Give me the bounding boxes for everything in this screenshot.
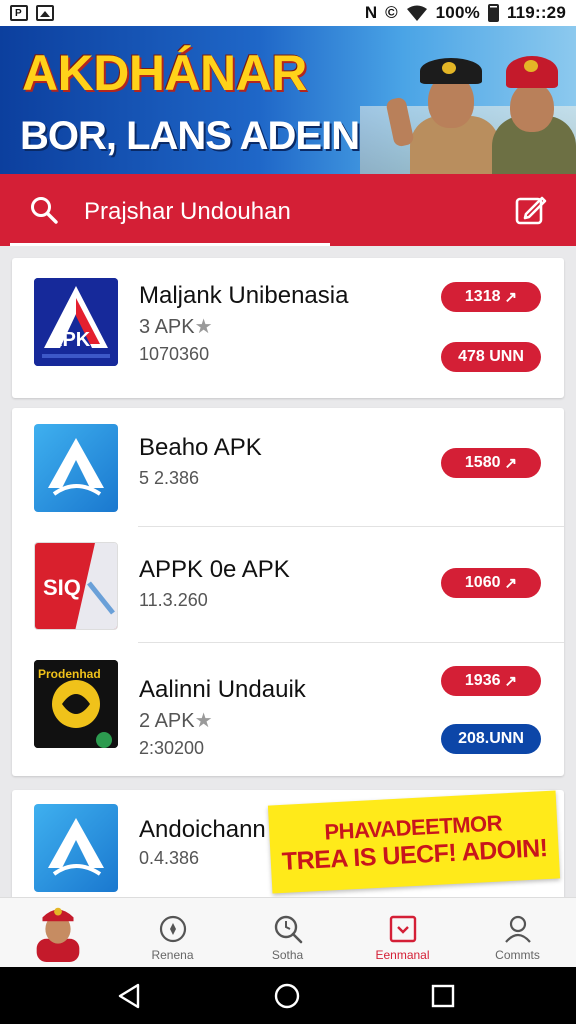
app-icon-siq: SIQ	[34, 542, 118, 630]
app-meta-text: 2 APK	[139, 710, 195, 732]
hero-banner[interactable]: AKDHÁNAR BOR, LANS ADEIN	[0, 26, 576, 174]
status-bar: P N © 100% 119::29	[0, 0, 576, 26]
download-box-icon	[389, 915, 416, 943]
app-meta: 5 2.386	[139, 468, 200, 488]
apk-logo-text: APK	[48, 329, 91, 351]
system-nav-bar	[0, 967, 576, 1024]
download-button[interactable]: 1318 ↗	[441, 282, 541, 312]
download-button-label: 1936	[464, 672, 501, 689]
a-logo-icon	[48, 438, 104, 496]
app-screen: P N © 100% 119::29 AKDHÁNAR BOR, LANS AD…	[0, 0, 576, 1024]
app-title: APPK 0e APK	[139, 556, 290, 583]
app-card: APK Maljank Unibenasia 3 APK★ 1070360 13…	[12, 258, 564, 398]
image-notification-icon	[36, 5, 54, 21]
app-meta: 2 APK★	[139, 708, 213, 733]
nav-label: Commts	[495, 948, 540, 962]
list-item[interactable]: SIQ APPK 0e APK 11.3.260 1060 ↗	[12, 526, 564, 642]
app-title: Maljank Unibenasia	[139, 282, 349, 309]
nav-label: Sotha	[271, 948, 304, 962]
arrow-icon: ↗	[504, 673, 518, 690]
app-meta-secondary: 1070360	[139, 344, 210, 364]
nav-item-profile[interactable]	[0, 898, 115, 968]
banner-title: AKDHÁNAR	[22, 45, 307, 101]
app-icon-apk: APK	[34, 278, 118, 366]
nav-item-eenmanal[interactable]: Eenmanal	[345, 898, 460, 968]
prodenhad-logo-icon: Prodenhad	[34, 660, 118, 748]
app-title: Aalinni Undauik	[139, 676, 306, 703]
promo-sticker[interactable]: PHAVADEETMOR TREA IS UECF! ADOIN!	[267, 790, 561, 894]
arrow-icon: ↗	[504, 575, 518, 592]
app-meta: 3 APK★	[139, 314, 213, 339]
promo-line-2: TREA IS UECF! ADOIN!	[281, 833, 549, 876]
search-input[interactable]: Prajshar Undouhan	[84, 198, 291, 226]
nav-item-commts[interactable]: Commts	[460, 898, 575, 968]
app-meta-text: 3 APK	[139, 316, 195, 338]
recents-icon[interactable]	[428, 981, 458, 1011]
bottom-nav: Renena Sotha Eenmanal Commts	[0, 897, 576, 967]
arrow-icon: ↗	[504, 289, 518, 306]
prodenhad-logo-text: Prodenhad	[38, 667, 101, 681]
nav-item-renena[interactable]: Renena	[115, 898, 230, 968]
battery-percent: 100%	[435, 3, 480, 22]
a-logo-icon	[48, 818, 104, 876]
home-icon[interactable]	[272, 981, 302, 1011]
notification-icon: P	[10, 5, 28, 21]
nav-label: Eenmanal	[375, 948, 430, 962]
data-saver-icon: ©	[385, 3, 398, 22]
download-button-label: 1318	[464, 288, 501, 305]
app-title: Beaho APK	[139, 434, 262, 461]
compass-icon	[159, 915, 186, 943]
apk-logo-icon: APK	[34, 278, 118, 366]
back-icon[interactable]	[114, 981, 144, 1011]
status-left: P	[10, 5, 54, 21]
list-item[interactable]: Prodenhad Aalinni Undauik 2 APK★ 2:30200…	[12, 642, 564, 776]
edit-icon[interactable]	[514, 192, 548, 226]
download-button[interactable]: 1580 ↗	[441, 448, 541, 478]
app-meta: 0.4.386	[139, 848, 200, 868]
officer-illustration-left	[385, 40, 500, 174]
nav-item-sotha[interactable]: Sotha	[230, 898, 345, 968]
star-icon: ★	[194, 316, 213, 338]
search-icon	[274, 915, 302, 944]
app-icon-a-logo	[34, 424, 118, 512]
download-button[interactable]: 1060 ↗	[441, 568, 541, 598]
search-icon[interactable]	[30, 196, 58, 224]
download-button-label: 1580	[464, 454, 501, 471]
install-button[interactable]: 478 UNN	[441, 342, 541, 372]
install-button-label: 478 UNN	[458, 348, 524, 365]
arrow-icon: ↗	[504, 455, 518, 472]
clock: 119::29	[506, 3, 566, 22]
battery-icon	[487, 4, 499, 22]
download-button[interactable]: 1936 ↗	[441, 666, 541, 696]
siq-logo-icon: SIQ	[35, 543, 117, 629]
app-meta: 11.3.260	[139, 590, 208, 610]
nfc-icon: N	[364, 3, 378, 22]
app-icon-prodenhad: Prodenhad	[34, 660, 118, 748]
status-right: N © 100% 119::29	[365, 3, 566, 23]
avatar-icon	[36, 907, 79, 962]
wifi-icon	[406, 5, 427, 21]
app-card: Beaho APK 5 2.386 1580 ↗ SIQ APPK 0e APK…	[12, 408, 564, 776]
search-underline	[10, 243, 330, 246]
nav-label: Renena	[151, 948, 194, 962]
app-title: Andoichann	[139, 816, 266, 843]
list-item[interactable]: Beaho APK 5 2.386 1580 ↗	[12, 408, 564, 526]
install-button-label: 208.UNN	[458, 730, 524, 747]
download-button-label: 1060	[464, 574, 501, 591]
banner-subtitle: BOR, LANS ADEIN	[20, 114, 360, 158]
app-icon-a-logo	[34, 804, 118, 892]
officer-illustration-right	[490, 40, 576, 174]
star-icon: ★	[194, 710, 213, 732]
siq-logo-text: SIQ	[43, 575, 81, 600]
list-item[interactable]: APK Maljank Unibenasia 3 APK★ 1070360 13…	[12, 258, 564, 398]
install-button[interactable]: 208.UNN	[441, 724, 541, 754]
person-icon	[504, 915, 531, 943]
app-meta-secondary: 2:30200	[139, 738, 205, 758]
